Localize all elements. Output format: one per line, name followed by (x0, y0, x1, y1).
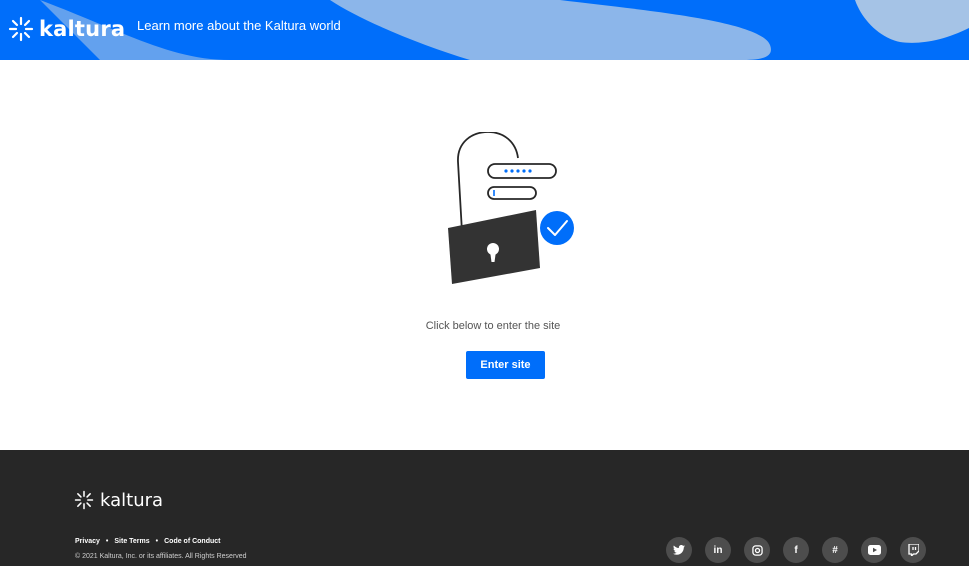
footer-logo-text: kaltura (100, 489, 164, 511)
slack-glyph: # (832, 544, 838, 556)
social-links: in f # (666, 537, 926, 563)
enter-site-button[interactable]: Enter site (466, 351, 545, 379)
privacy-link[interactable]: Privacy (75, 538, 100, 545)
instagram-icon[interactable] (744, 537, 770, 563)
site-header: kaltura Learn more about the Kaltura wor… (0, 0, 969, 60)
main-content: Click below to enter the site Enter site (0, 60, 969, 450)
link-separator: • (155, 538, 159, 545)
lock-illustration (448, 132, 574, 284)
youtube-icon[interactable] (861, 537, 887, 563)
footer-kaltura-logo[interactable]: kaltura (74, 487, 163, 513)
linkedin-glyph: in (713, 544, 723, 556)
copyright-text: © 2021 Kaltura, Inc. or its affiliates. … (75, 553, 247, 560)
slack-icon[interactable]: # (822, 537, 848, 563)
kaltura-sparkle-icon (8, 16, 34, 42)
enter-instruction-text: Click below to enter the site (425, 320, 561, 332)
footer-links: Privacy • Site Terms • Code of Conduct (75, 538, 221, 545)
twitch-icon[interactable] (900, 537, 926, 563)
logo-text: kaltura (39, 17, 126, 41)
kaltura-sparkle-icon (74, 490, 94, 510)
facebook-icon[interactable]: f (783, 537, 809, 563)
twitter-icon[interactable] (666, 537, 692, 563)
linkedin-icon[interactable]: in (705, 537, 731, 563)
code-of-conduct-link[interactable]: Code of Conduct (164, 538, 220, 545)
facebook-glyph: f (794, 544, 798, 556)
site-footer: kaltura Privacy • Site Terms • Code of C… (0, 450, 969, 566)
kaltura-logo[interactable]: kaltura (8, 13, 125, 45)
learn-more-link[interactable]: Learn more about the Kaltura world (137, 18, 341, 33)
link-separator: • (105, 538, 109, 545)
site-terms-link[interactable]: Site Terms (114, 538, 149, 545)
